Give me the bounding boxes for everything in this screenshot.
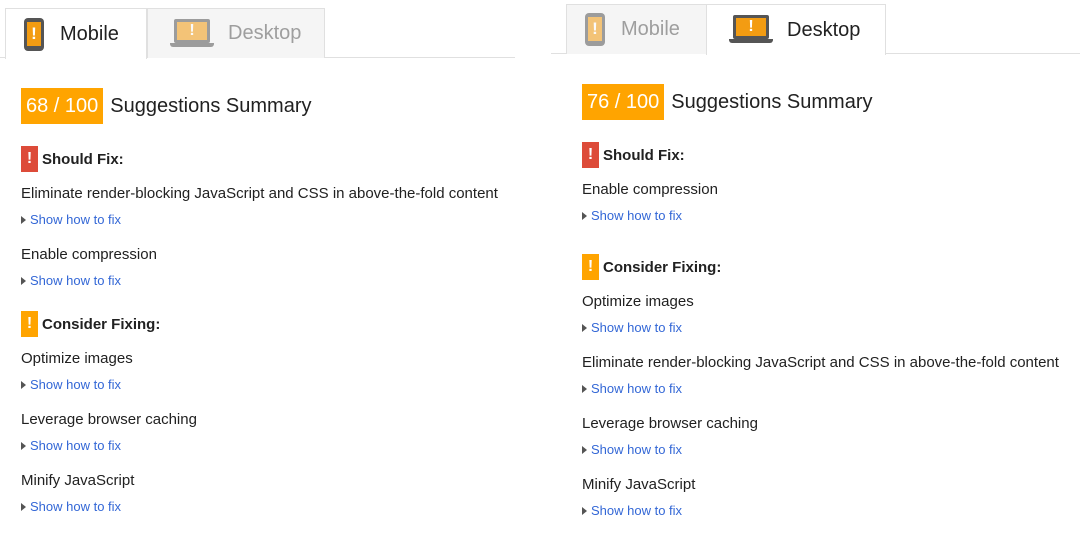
triangle-right-icon [582,385,587,393]
rule-title: Optimize images [21,350,133,367]
show-how-to-fix-link[interactable]: Show how to fix [582,381,1080,397]
exclamation-icon: ! [582,254,599,280]
tab-desktop-label: Desktop [228,22,302,44]
list-item: Eliminate render-blocking JavaScript and… [21,184,540,228]
tab-mobile[interactable]: Mobile [5,8,147,59]
rule-title: Optimize images [582,293,694,310]
show-how-to-fix-link[interactable]: Show how to fix [582,320,1080,336]
tab-mobile-label: Mobile [60,22,119,45]
rule-title: Eliminate render-blocking JavaScript and… [21,185,498,202]
phone-warning-icon [24,17,44,51]
section-title: Should Fix: [603,146,685,164]
list-item: Leverage browser caching Show how to fix [21,410,540,454]
exclamation-icon: ! [582,142,599,168]
rule-title: Leverage browser caching [21,411,197,428]
triangle-right-icon [582,212,587,220]
summary-title: Suggestions Summary [671,90,873,113]
phone-warning-icon [585,13,605,46]
section-consider-fixing: ! Consider Fixing: [582,254,1080,280]
device-tabs: Mobile Desktop [0,8,515,59]
show-how-to-fix-link[interactable]: Show how to fix [582,503,1080,519]
link-label: Show how to fix [30,499,122,514]
triangle-right-icon [21,277,26,285]
results-content: 76 / 100 Suggestions Summary ! Should Fi… [582,84,1080,519]
link-label: Show how to fix [591,320,683,335]
triangle-right-icon [21,503,26,511]
summary-title: Suggestions Summary [110,94,312,117]
score-badge: 68 / 100 [21,88,104,124]
rule-title: Eliminate render-blocking JavaScript and… [582,354,1059,371]
section-should-fix: ! Should Fix: [582,142,1080,168]
list-item: Optimize images Show how to fix [21,349,540,393]
summary-header: 68 / 100 Suggestions Summary [21,88,540,124]
show-how-to-fix-link[interactable]: Show how to fix [21,499,540,515]
link-label: Show how to fix [30,377,122,392]
right-panel: Mobile Desktop 76 / 100 Suggestions Summ… [551,0,1080,536]
tab-mobile-label: Mobile [621,18,680,40]
exclamation-icon: ! [21,311,38,337]
link-label: Show how to fix [591,381,683,396]
tab-mobile[interactable]: Mobile [566,4,707,54]
laptop-warning-icon [729,15,773,45]
device-tabs: Mobile Desktop [551,4,1080,55]
show-how-to-fix-link[interactable]: Show how to fix [21,212,540,228]
rule-title: Leverage browser caching [582,415,758,432]
tab-desktop-label: Desktop [787,18,861,41]
section-title: Consider Fixing: [42,315,161,333]
triangle-right-icon [21,216,26,224]
link-label: Show how to fix [30,438,122,453]
tab-desktop[interactable]: Desktop [147,8,325,58]
results-content: 68 / 100 Suggestions Summary ! Should Fi… [21,88,540,515]
list-item: Minify JavaScript Show how to fix [21,471,540,515]
section-consider-fixing: ! Consider Fixing: [21,311,540,337]
show-how-to-fix-link[interactable]: Show how to fix [21,438,540,454]
link-label: Show how to fix [30,273,122,288]
link-label: Show how to fix [591,442,683,457]
list-item: Enable compression Show how to fix [21,245,540,289]
score-badge: 76 / 100 [582,84,665,120]
list-item: Minify JavaScript Show how to fix [582,475,1080,519]
rule-title: Minify JavaScript [582,476,696,493]
show-how-to-fix-link[interactable]: Show how to fix [582,442,1080,458]
rule-title: Minify JavaScript [21,472,135,489]
section-should-fix: ! Should Fix: [21,146,540,172]
list-item: Leverage browser caching Show how to fix [582,414,1080,458]
show-how-to-fix-link[interactable]: Show how to fix [582,208,1080,224]
link-label: Show how to fix [591,503,683,518]
laptop-warning-icon [170,18,214,49]
tab-desktop[interactable]: Desktop [706,4,886,55]
show-how-to-fix-link[interactable]: Show how to fix [21,377,540,393]
list-item: Enable compression Show how to fix [582,180,1080,224]
section-title: Should Fix: [42,150,124,168]
list-item: Optimize images Show how to fix [582,292,1080,336]
triangle-right-icon [21,381,26,389]
triangle-right-icon [21,442,26,450]
rule-title: Enable compression [582,181,718,198]
left-panel: Mobile Desktop 68 / 100 Suggestions Summ… [0,0,540,536]
link-label: Show how to fix [591,208,683,223]
triangle-right-icon [582,446,587,454]
triangle-right-icon [582,507,587,515]
show-how-to-fix-link[interactable]: Show how to fix [21,273,540,289]
section-title: Consider Fixing: [603,258,722,276]
link-label: Show how to fix [30,212,122,227]
rule-title: Enable compression [21,246,157,263]
list-item: Eliminate render-blocking JavaScript and… [582,353,1080,397]
exclamation-icon: ! [21,146,38,172]
triangle-right-icon [582,324,587,332]
summary-header: 76 / 100 Suggestions Summary [582,84,1080,120]
